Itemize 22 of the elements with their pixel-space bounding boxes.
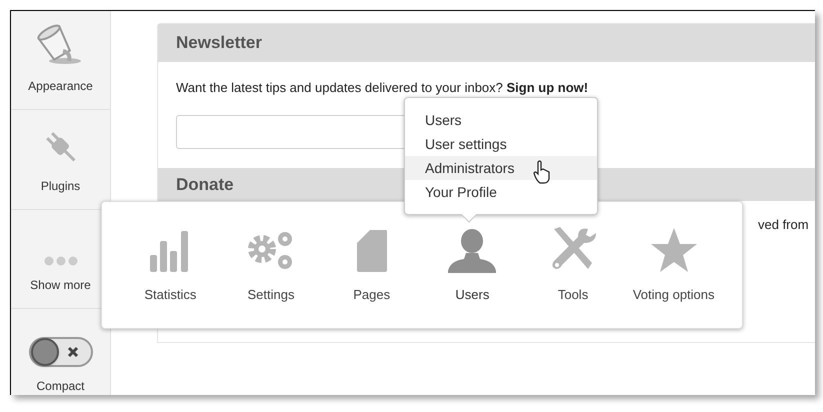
user-icon (447, 228, 498, 272)
section-title: Newsletter (176, 32, 262, 54)
star-icon (650, 226, 698, 272)
compact-label: Compact (36, 378, 85, 395)
menu-tile[interactable]: Voting options (623, 226, 724, 304)
donate-text: ved from (758, 216, 809, 234)
hand-cursor-icon (533, 160, 551, 184)
menu-tile[interactable]: Tools (522, 226, 624, 304)
page-icon (356, 228, 388, 272)
menu-tile[interactable]: Users (422, 226, 523, 304)
newsletter-text: Want the latest tips and updates delivered to your inbox? Sign up now! (176, 79, 590, 97)
section-title: Donate (176, 174, 234, 196)
menu-tile[interactable]: Pages (321, 226, 422, 304)
sidebar-item[interactable]: Appearance (11, 11, 110, 110)
compact-toggle[interactable] (28, 336, 92, 367)
close-icon (66, 344, 80, 359)
more-icon (44, 256, 78, 266)
menu-tile[interactable]: Statistics (120, 226, 221, 304)
menu-tile[interactable]: Settings (220, 226, 322, 304)
submenu-item[interactable]: Your Profile (405, 180, 597, 204)
submenu-item[interactable]: Users (405, 108, 597, 132)
submenu-item[interactable]: User settings (405, 132, 597, 156)
